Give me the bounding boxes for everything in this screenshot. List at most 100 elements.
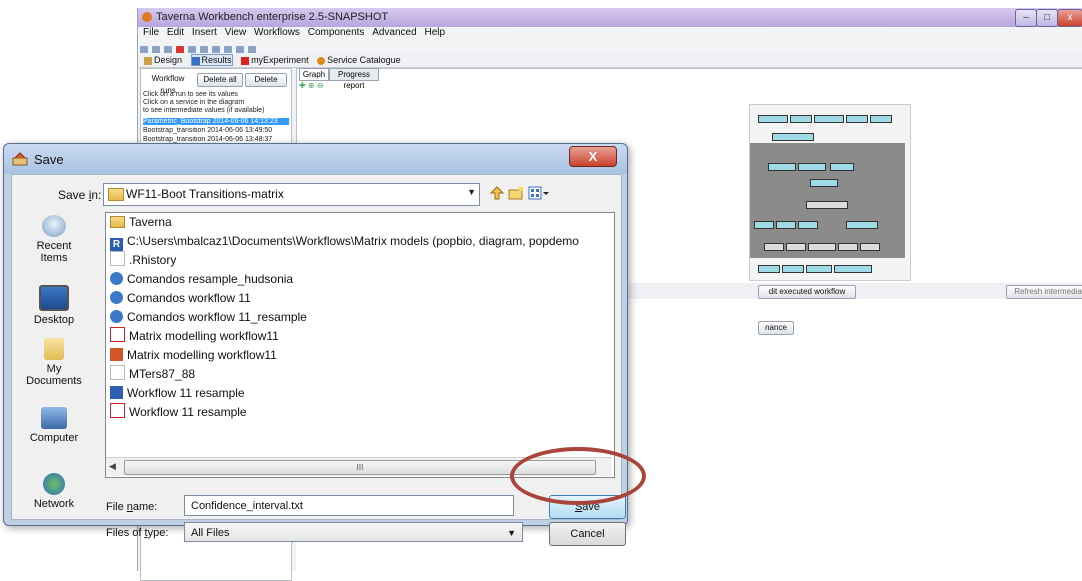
blank-file-icon	[110, 251, 125, 266]
diagram-node[interactable]	[806, 201, 848, 209]
place-my-documents[interactable]: My Documents	[19, 338, 89, 387]
file-name: Taverna	[129, 215, 172, 229]
list-item[interactable]: Comandos workflow 11	[110, 289, 251, 307]
new-folder-icon[interactable]	[508, 186, 524, 200]
diagram-node[interactable]	[834, 265, 872, 273]
taverna-app-icon	[142, 12, 152, 22]
minimize-button[interactable]: –	[1015, 9, 1037, 27]
diagram-node[interactable]	[772, 133, 814, 141]
run-item[interactable]: Parametric_Bootstrap 2014-06-06 14:13:23	[143, 118, 289, 125]
window-close-button[interactable]: x	[1057, 9, 1082, 27]
diagram-node[interactable]	[798, 163, 826, 171]
save-in-select[interactable]: WF11-Boot Transitions-matrix ▼	[103, 183, 480, 206]
diagram-node[interactable]	[846, 221, 878, 229]
diagram-node[interactable]	[870, 115, 892, 123]
list-item[interactable]: Comandos workflow 11_resample	[110, 308, 307, 326]
diagram-node[interactable]	[860, 243, 880, 251]
highlight-ring	[510, 447, 646, 505]
diagram-node[interactable]	[808, 243, 836, 251]
file-name: Matrix modelling workflow11	[127, 348, 277, 362]
delete-button[interactable]: Delete	[245, 73, 287, 87]
edit-executed-workflow-button[interactable]: dit executed workflow	[758, 285, 856, 299]
file-name: MTers87_88	[129, 367, 196, 381]
perspective-results[interactable]: Results	[190, 54, 233, 66]
place-desktop[interactable]: Desktop	[19, 285, 89, 326]
diagram-node[interactable]	[790, 115, 812, 123]
list-item[interactable]: Comandos resample_hudsonia	[110, 270, 293, 288]
taverna-window-title: Taverna Workbench enterprise 2.5-SNAPSHO…	[156, 11, 389, 23]
view-menu-icon[interactable]	[528, 186, 550, 200]
delete-all-button[interactable]: Delete all	[197, 73, 243, 87]
save-in-value: WF11-Boot Transitions-matrix	[126, 187, 284, 201]
place-network[interactable]: Network	[19, 473, 89, 510]
menu-insert[interactable]: Insert	[192, 27, 217, 38]
run-item[interactable]: Bootstrap_transition 2014-06-06 13:49:50	[143, 127, 289, 134]
run-item[interactable]: Bootstrap_transition 2014-06-06 13:48:37	[143, 136, 289, 143]
file-name: C:\Users\mbalcaz1\Documents\Workflows\Ma…	[127, 234, 579, 248]
nested-workflow[interactable]	[750, 143, 905, 258]
diagram-node[interactable]	[786, 243, 806, 251]
diagram-node[interactable]	[782, 265, 804, 273]
diagram-node[interactable]	[810, 179, 838, 187]
list-item[interactable]: Workflow 11 resample	[110, 384, 245, 402]
place-recent-items[interactable]: Recent Items	[19, 215, 89, 264]
diagram-node[interactable]	[754, 221, 774, 229]
list-item[interactable]: .Rhistory	[110, 251, 176, 269]
diagram-node[interactable]	[806, 265, 832, 273]
tab-progress-report[interactable]: Progress report	[329, 68, 379, 90]
pdf-icon	[110, 327, 125, 342]
file-name-input[interactable]: Confidence_interval.txt	[184, 495, 514, 516]
place-label: My Documents	[26, 363, 82, 387]
pdf-icon	[110, 403, 125, 418]
diagram-node[interactable]	[768, 163, 796, 171]
runs-help-line: to see intermediate values (if available…	[143, 107, 265, 114]
list-item[interactable]: R C:\Users\mbalcaz1\Documents\Workflows\M…	[110, 232, 579, 251]
perspective-service-catalogue[interactable]: Service Catalogue	[317, 55, 401, 65]
file-type-value: All Files	[191, 527, 230, 539]
chevron-down-icon: ▼	[467, 187, 476, 197]
diagram-node[interactable]	[814, 115, 844, 123]
scroll-left-icon[interactable]: ◀	[109, 461, 116, 472]
up-folder-icon[interactable]	[490, 186, 504, 200]
menu-view[interactable]: View	[225, 27, 247, 38]
diagram-node[interactable]	[830, 163, 854, 171]
perspective-design[interactable]: Design	[144, 55, 182, 65]
diagram-node[interactable]	[838, 243, 858, 251]
menu-edit[interactable]: Edit	[167, 27, 184, 38]
refresh-intermediate-values-button[interactable]: Refresh intermediate values	[1006, 285, 1082, 299]
runs-help-text: Click on a run to see its values Click o…	[143, 91, 289, 115]
file-type-select[interactable]: All Files ▼	[184, 522, 523, 542]
diagram-node[interactable]	[758, 115, 788, 123]
list-item[interactable]: Matrix modelling workflow11	[110, 327, 279, 345]
maximize-button[interactable]: □	[1036, 9, 1058, 27]
workflow-diagram[interactable]	[749, 104, 911, 281]
tab-graph[interactable]: Graph	[299, 68, 329, 81]
menu-components[interactable]: Components	[308, 27, 365, 38]
diagram-node[interactable]	[798, 221, 818, 229]
menu-bar: File Edit Insert View Workflows Componen…	[138, 27, 1082, 41]
network-icon	[43, 473, 65, 495]
menu-workflows[interactable]: Workflows	[254, 27, 300, 38]
provenance-tab[interactable]: nance	[758, 321, 794, 335]
r-script-icon	[110, 272, 123, 285]
diagram-node[interactable]	[846, 115, 868, 123]
diagram-node[interactable]	[758, 265, 780, 273]
place-computer[interactable]: Computer	[19, 407, 89, 444]
diagram-node[interactable]	[776, 221, 796, 229]
menu-file[interactable]: File	[143, 27, 159, 38]
list-item[interactable]: MTers87_88	[110, 365, 195, 383]
menu-help[interactable]: Help	[424, 27, 445, 38]
cancel-button[interactable]: Cancel	[549, 522, 626, 546]
dialog-title: Save	[34, 152, 64, 167]
place-label: Desktop	[33, 314, 75, 326]
diagram-node[interactable]	[764, 243, 784, 251]
file-name: Comandos workflow 11	[127, 291, 251, 305]
close-button[interactable]: X	[569, 146, 617, 167]
perspective-myexperiment[interactable]: myExperiment	[241, 55, 309, 65]
zoom-icons[interactable]: ✚ ⊕ ⊖	[299, 81, 324, 90]
list-item[interactable]: Taverna	[110, 213, 172, 231]
list-item[interactable]: Matrix modelling workflow11	[110, 346, 277, 364]
file-list[interactable]: Taverna R C:\Users\mbalcaz1\Documents\Wor…	[105, 212, 615, 478]
menu-advanced[interactable]: Advanced	[372, 27, 416, 38]
list-item[interactable]: Workflow 11 resample	[110, 403, 247, 421]
